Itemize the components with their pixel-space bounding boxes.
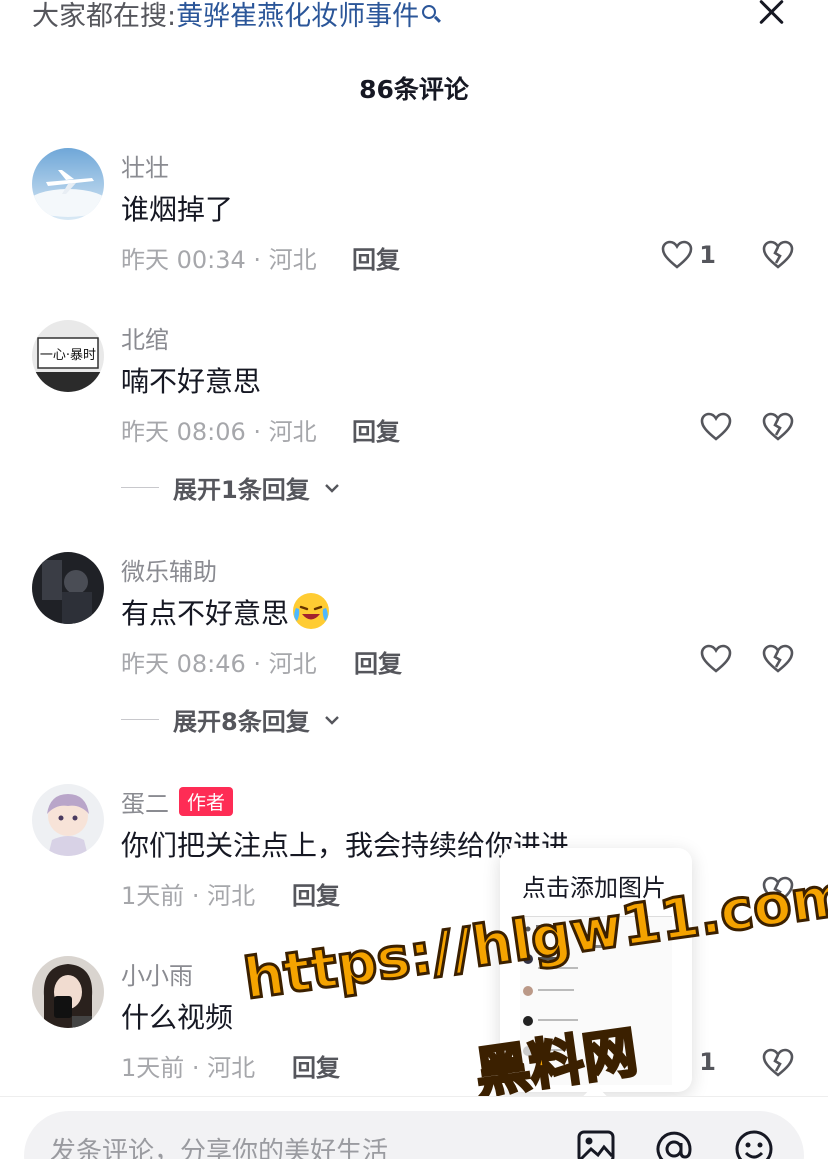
comment-item: 一心·暴时 北绾 喃不好意思 昨天 08:06 · 河北 回复 展开1条回复 — [0, 320, 828, 504]
author-badge: 作者 — [179, 787, 234, 816]
chevron-down-icon — [324, 483, 339, 493]
comment-meta: 昨天 08:46 · 河北 — [121, 650, 317, 678]
comment-author[interactable]: 微乐辅助 — [121, 552, 217, 587]
divider-line — [121, 487, 159, 488]
broken-heart-icon — [762, 412, 794, 441]
comment-meta: 1天前 · 河北 — [121, 882, 256, 910]
dislike-button[interactable] — [762, 412, 794, 446]
like-button[interactable]: 1 — [699, 1048, 716, 1076]
comment-item: 壮壮 谁烟掉了 昨天 00:34 · 河北 回复 1 — [0, 148, 828, 308]
avatar[interactable] — [32, 956, 104, 1028]
expand-replies-label: 展开1条回复 — [173, 476, 310, 504]
avatar[interactable] — [32, 552, 104, 624]
comment-author[interactable]: 小小雨 — [121, 956, 193, 991]
like-button[interactable] — [700, 644, 732, 674]
search-prefix: 大家都在搜: — [32, 1, 177, 32]
heart-icon — [700, 412, 732, 441]
close-icon[interactable] — [752, 0, 790, 32]
like-button[interactable] — [700, 412, 732, 442]
comment-count-title: 86条评论 — [359, 75, 469, 104]
svg-text:一心·暴时: 一心·暴时 — [40, 348, 96, 363]
comment-meta: 昨天 08:06 · 河北 — [121, 418, 317, 446]
comment-meta: 昨天 00:34 · 河北 — [121, 246, 317, 274]
dislike-button[interactable] — [762, 240, 794, 274]
at-icon[interactable] — [654, 1129, 694, 1159]
reply-button[interactable]: 回复 — [352, 240, 400, 275]
comment-author[interactable]: 蛋二 作者 — [121, 784, 234, 819]
heart-icon — [700, 644, 732, 673]
broken-heart-icon — [762, 644, 794, 673]
broken-heart-icon — [762, 240, 794, 269]
comment-text: 有点不好意思 — [121, 592, 331, 635]
comment-text: 喃不好意思 — [121, 365, 262, 398]
search-keyword-link[interactable]: 黄骅崔燕化妆师事件 — [176, 1, 419, 32]
comment-author[interactable]: 壮壮 — [121, 148, 169, 183]
like-count: 1 — [699, 241, 716, 269]
divider-line — [121, 719, 159, 720]
avatar[interactable] — [32, 784, 104, 856]
like-count: 1 — [699, 1048, 716, 1076]
broken-heart-icon — [762, 1048, 794, 1077]
reply-button[interactable]: 回复 — [292, 876, 340, 911]
emoji-icon[interactable] — [734, 1129, 774, 1159]
expand-replies-button[interactable]: 展开8条回复 — [121, 702, 340, 737]
search-icon — [422, 5, 437, 19]
search-suggestion[interactable]: 大家都在搜:黄骅崔燕化妆师事件 — [32, 0, 437, 33]
comment-text: 什么视频 — [121, 1001, 234, 1034]
comment-meta: 1天前 · 河北 — [121, 1054, 256, 1082]
expand-replies-button[interactable]: 展开1条回复 — [121, 470, 340, 505]
avatar[interactable]: 一心·暴时 — [32, 320, 104, 392]
expand-replies-label: 展开8条回复 — [173, 708, 310, 736]
heart-icon — [661, 240, 693, 269]
reply-button[interactable]: 回复 — [292, 1048, 340, 1083]
comment-item: 微乐辅助 有点不好意思 昨天 08:46 · 河北 回复 展开8条回复 — [0, 552, 828, 736]
laughing-crying-emoji — [291, 591, 331, 631]
reply-button[interactable]: 回复 — [354, 644, 402, 679]
reply-button[interactable]: 回复 — [352, 412, 400, 447]
comment-author[interactable]: 北绾 — [121, 320, 169, 355]
comment-text: 谁烟掉了 — [121, 193, 234, 226]
comment-input-placeholder: 发条评论，分享你的美好生活 — [50, 1137, 389, 1159]
dislike-button[interactable] — [762, 644, 794, 678]
like-button[interactable]: 1 — [661, 240, 716, 270]
comment-input-bar: 发条评论，分享你的美好生活 — [0, 1096, 828, 1159]
avatar[interactable] — [32, 148, 104, 220]
image-icon[interactable] — [576, 1129, 616, 1159]
chevron-down-icon — [324, 715, 339, 725]
dislike-button[interactable] — [762, 1048, 794, 1082]
comment-input[interactable]: 发条评论，分享你的美好生活 — [24, 1111, 804, 1159]
